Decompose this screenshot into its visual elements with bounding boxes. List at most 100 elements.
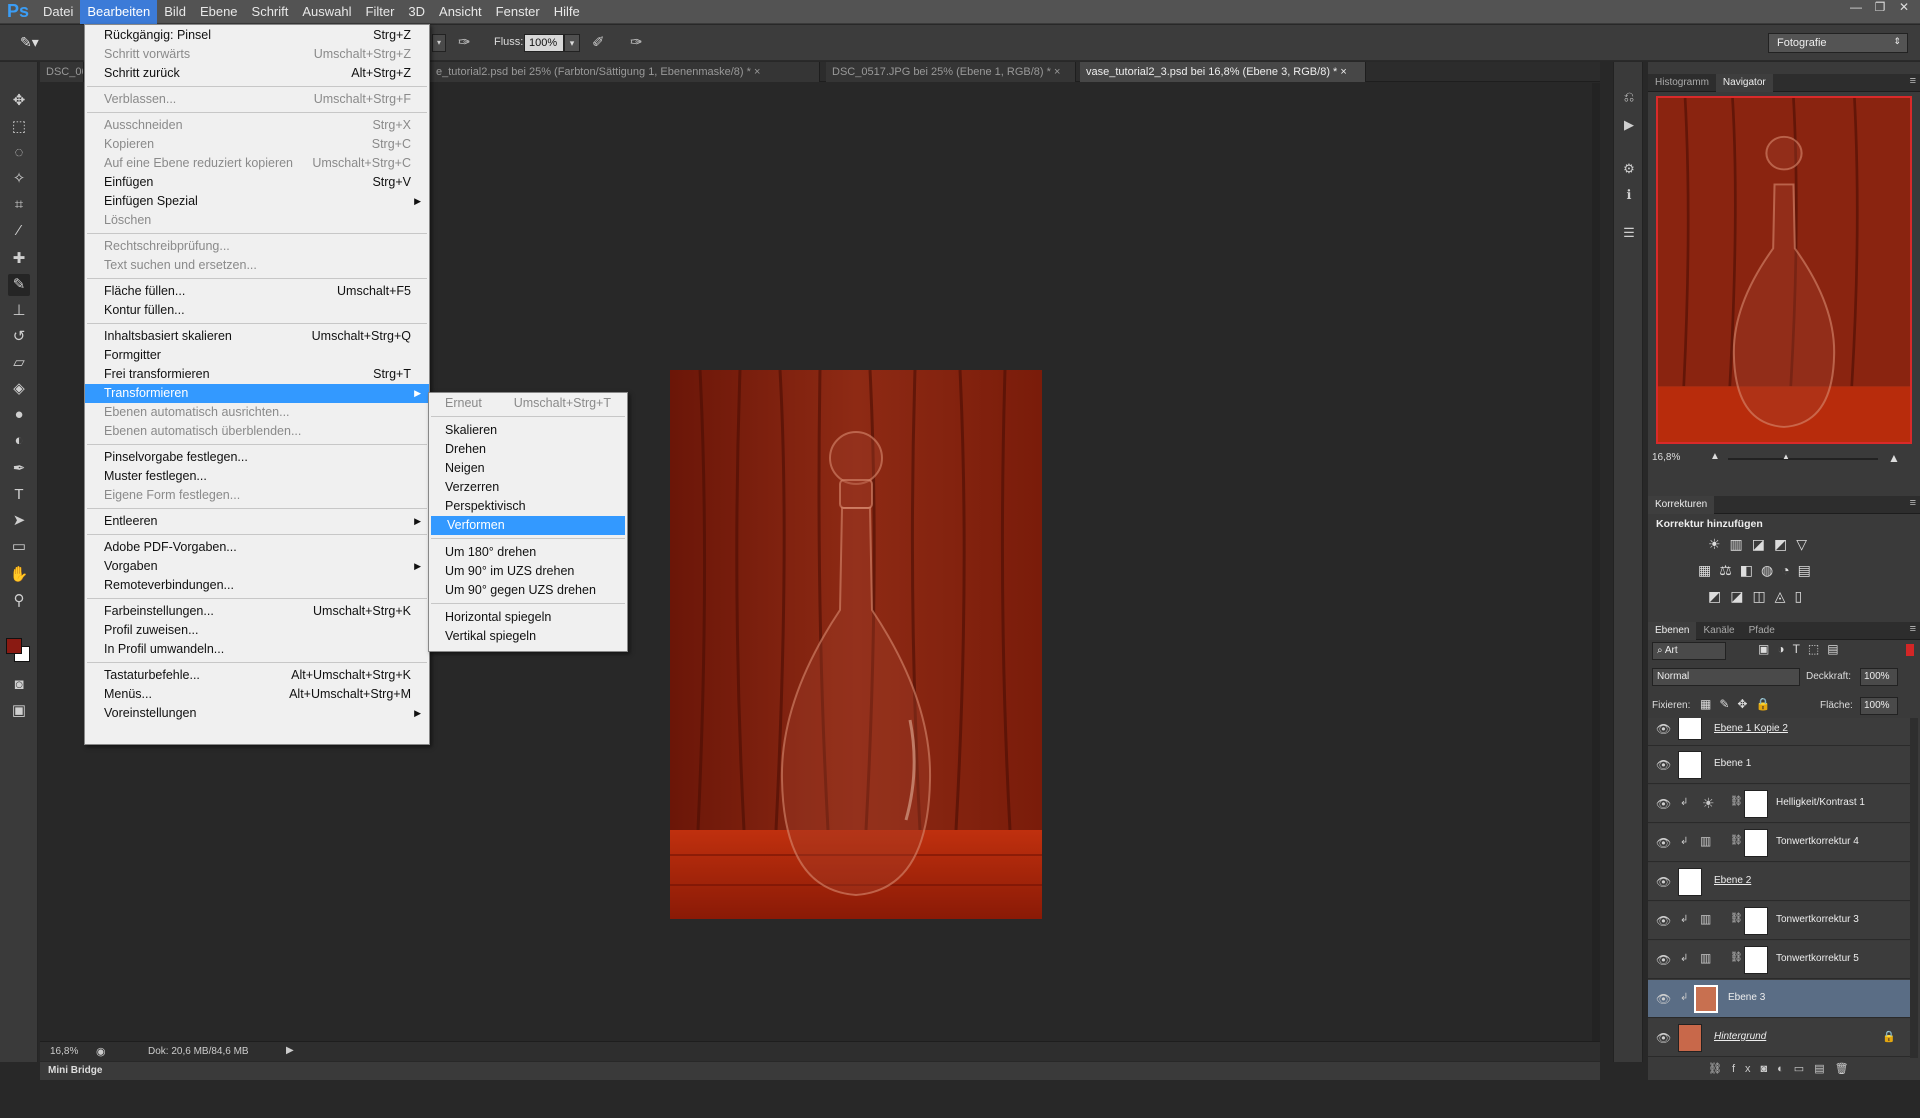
layer-row[interactable]: 👁 ↲ ▥ ⛓ Tonwertkorrektur 5 xyxy=(1648,941,1910,979)
adjustment-icons-row-1[interactable]: ☀▥◪◩▽ xyxy=(1708,536,1888,553)
lock-icons[interactable]: ▦✎✥🔒 xyxy=(1700,697,1778,711)
layer-row[interactable]: 👁 Hintergrund 🔒 xyxy=(1648,1019,1910,1057)
properties-icon[interactable]: ☰ xyxy=(1620,224,1638,242)
menu-bild[interactable]: Bild xyxy=(157,0,193,24)
workspace-select[interactable]: Fotografie ⇕ xyxy=(1768,33,1908,53)
tab-pfade[interactable]: Pfade xyxy=(1742,622,1782,640)
layer-row[interactable]: 👁 ↲ ▥ ⛓ Tonwertkorrektur 4 xyxy=(1648,824,1910,862)
menu-item-remote-connections[interactable]: Remoteverbindungen... xyxy=(85,576,429,595)
menu-fenster[interactable]: Fenster xyxy=(489,0,547,24)
eye-icon[interactable]: 👁 xyxy=(1656,1031,1671,1045)
menu-item-free-transform[interactable]: Frei transformieren Strg+T xyxy=(85,365,429,384)
submenu-item-warp[interactable]: Verformen xyxy=(431,516,625,535)
status-menu-arrow-icon[interactable]: ▶ xyxy=(286,1045,294,1056)
tab-korrekturen[interactable]: Korrekturen xyxy=(1648,496,1715,514)
zoom-in-icon[interactable]: ▲ xyxy=(1888,451,1900,465)
menu-item-presets[interactable]: Vorgaben ▶ xyxy=(85,557,429,576)
menu-filter[interactable]: Filter xyxy=(359,0,402,24)
layer-filter-icons[interactable]: ▣◑T⬚▤ xyxy=(1758,642,1898,660)
tab-doc-1[interactable]: DSC_06 xyxy=(40,62,84,82)
eye-icon[interactable]: 👁 xyxy=(1656,722,1671,736)
panel-menu-icon[interactable]: ≡ xyxy=(1910,623,1916,635)
menu-3d[interactable]: 3D xyxy=(401,0,432,24)
history-brush-tool-icon[interactable]: ↺ xyxy=(8,326,30,348)
adjustment-icons-row-3[interactable]: ◩◪◫◬▯ xyxy=(1708,588,1888,605)
menu-item-transform[interactable]: Transformieren ▶ xyxy=(85,384,429,403)
menu-item-convert-profile[interactable]: In Profil umwandeln... xyxy=(85,640,429,659)
menu-auswahl[interactable]: Auswahl xyxy=(295,0,358,24)
submenu-item-flip-vertical[interactable]: Vertikal spiegeln xyxy=(429,627,627,646)
brush-tool-icon[interactable]: ✎ xyxy=(8,274,30,296)
pressure-size-icon[interactable]: ✑ xyxy=(630,33,650,53)
submenu-item-skew[interactable]: Neigen xyxy=(429,459,627,478)
tab-ebenen[interactable]: Ebenen xyxy=(1648,622,1697,640)
submenu-item-scale[interactable]: Skalieren xyxy=(429,421,627,440)
layer-mask-thumbnail[interactable] xyxy=(1744,790,1768,818)
layer-row[interactable]: 👁 ↲ ▥ ⛓ Tonwertkorrektur 3 xyxy=(1648,902,1910,940)
tab-histogramm[interactable]: Histogramm xyxy=(1648,74,1716,92)
marquee-tool-icon[interactable]: ⬚ xyxy=(8,116,30,138)
layer-row[interactable]: 👁 Ebene 1 xyxy=(1648,746,1910,784)
lasso-tool-icon[interactable]: ◌ xyxy=(8,142,30,164)
menu-item-preferences[interactable]: Voreinstellungen ▶ xyxy=(85,704,429,723)
submenu-item-rotate[interactable]: Drehen xyxy=(429,440,627,459)
airbrush-icon[interactable]: ✐ xyxy=(592,33,612,53)
menu-schrift[interactable]: Schrift xyxy=(245,0,296,24)
menu-item-stroke[interactable]: Kontur füllen... xyxy=(85,301,429,320)
zoom-tool-icon[interactable]: ⚲ xyxy=(8,590,30,612)
zoom-level[interactable]: 16,8% xyxy=(50,1046,78,1057)
menu-item-content-aware-scale[interactable]: Inhaltsbasiert skalieren Umschalt+Strg+Q xyxy=(85,327,429,346)
eyedropper-tool-icon[interactable]: ⁄ xyxy=(8,220,30,242)
quick-mask-icon[interactable]: ◙ xyxy=(8,674,30,696)
menu-item-puppet-warp[interactable]: Formgitter xyxy=(85,346,429,365)
zoom-out-icon[interactable]: ▲ xyxy=(1710,451,1720,462)
close-icon[interactable]: × xyxy=(1054,66,1060,78)
menu-item-define-brush[interactable]: Pinselvorgabe festlegen... xyxy=(85,448,429,467)
pen-tool-icon[interactable]: ✒ xyxy=(8,458,30,480)
fluss-dropdown-arrow[interactable]: ▾ xyxy=(564,34,580,52)
layer-row[interactable]: 👁 Ebene 1 Kopie 2 xyxy=(1648,718,1910,746)
layer-footer-icons[interactable]: ⛓fx◙◐▭▤🗑 xyxy=(1708,1062,1918,1078)
status-info-icon[interactable]: ◉ xyxy=(96,1045,106,1058)
eye-icon[interactable]: 👁 xyxy=(1656,914,1671,928)
info-icon[interactable]: ℹ xyxy=(1620,186,1638,204)
layer-row-selected[interactable]: 👁 ↲ Ebene 3 xyxy=(1648,980,1910,1018)
menu-item-menus[interactable]: Menüs... Alt+Umschalt+Strg+M xyxy=(85,685,429,704)
blur-tool-icon[interactable]: ● xyxy=(8,404,30,426)
submenu-item-perspective[interactable]: Perspektivisch xyxy=(429,497,627,516)
navigator-zoom-value[interactable]: 16,8% xyxy=(1652,452,1680,463)
mode-dropdown-arrow[interactable]: ▾ xyxy=(432,34,446,52)
mini-bridge-bar[interactable]: Mini Bridge xyxy=(40,1062,1600,1080)
tab-doc-3[interactable]: DSC_0517.JPG bei 25% (Ebene 1, RGB/8) * … xyxy=(826,62,1076,82)
adjustment-icons-row-2[interactable]: ▦⚖◧◍◔▤ xyxy=(1698,562,1898,579)
screen-mode-icon[interactable]: ▣ xyxy=(8,700,30,722)
submenu-item-rotate-180[interactable]: Um 180° drehen xyxy=(429,543,627,562)
menu-item-fill[interactable]: Fläche füllen... Umschalt+F5 xyxy=(85,282,429,301)
eye-icon[interactable]: 👁 xyxy=(1656,875,1671,889)
crop-tool-icon[interactable]: ⌗ xyxy=(8,194,30,216)
menu-item-undo[interactable]: Rückgängig: Pinsel Strg+Z xyxy=(85,26,429,45)
panel-menu-icon[interactable]: ≡ xyxy=(1910,75,1916,87)
paint-bucket-tool-icon[interactable]: ◈ xyxy=(8,378,30,400)
submenu-item-rotate-90-cw[interactable]: Um 90° im UZS drehen xyxy=(429,562,627,581)
menu-item-step-backward[interactable]: Schritt zurück Alt+Strg+Z xyxy=(85,64,429,83)
submenu-item-flip-horizontal[interactable]: Horizontal spiegeln xyxy=(429,608,627,627)
close-icon[interactable]: × xyxy=(754,66,760,78)
menu-ebene[interactable]: Ebene xyxy=(193,0,245,24)
fluss-input[interactable]: 100% xyxy=(524,34,564,52)
menu-item-pdf-presets[interactable]: Adobe PDF-Vorgaben... xyxy=(85,538,429,557)
actions-play-icon[interactable]: ▶ xyxy=(1620,116,1638,134)
restore-icon[interactable]: ❐ xyxy=(1868,0,1892,16)
opacity-input[interactable]: 100% xyxy=(1860,668,1898,686)
menu-item-paste-special[interactable]: Einfügen Spezial ▶ xyxy=(85,192,429,211)
healing-brush-tool-icon[interactable]: ✚ xyxy=(8,248,30,270)
rectangle-tool-icon[interactable]: ▭ xyxy=(8,536,30,558)
menu-datei[interactable]: Datei xyxy=(36,0,80,24)
layer-row[interactable]: 👁 Ebene 2 xyxy=(1648,863,1910,901)
tab-doc-4[interactable]: vase_tutorial2_3.psd bei 16,8% (Ebene 3,… xyxy=(1080,62,1366,82)
layers-scrollbar[interactable] xyxy=(1910,718,1918,1058)
tab-navigator[interactable]: Navigator xyxy=(1715,74,1773,92)
foreground-color-swatch[interactable] xyxy=(6,638,22,654)
tab-kanaele[interactable]: Kanäle xyxy=(1696,622,1741,640)
menu-item-paste[interactable]: Einfügen Strg+V xyxy=(85,173,429,192)
